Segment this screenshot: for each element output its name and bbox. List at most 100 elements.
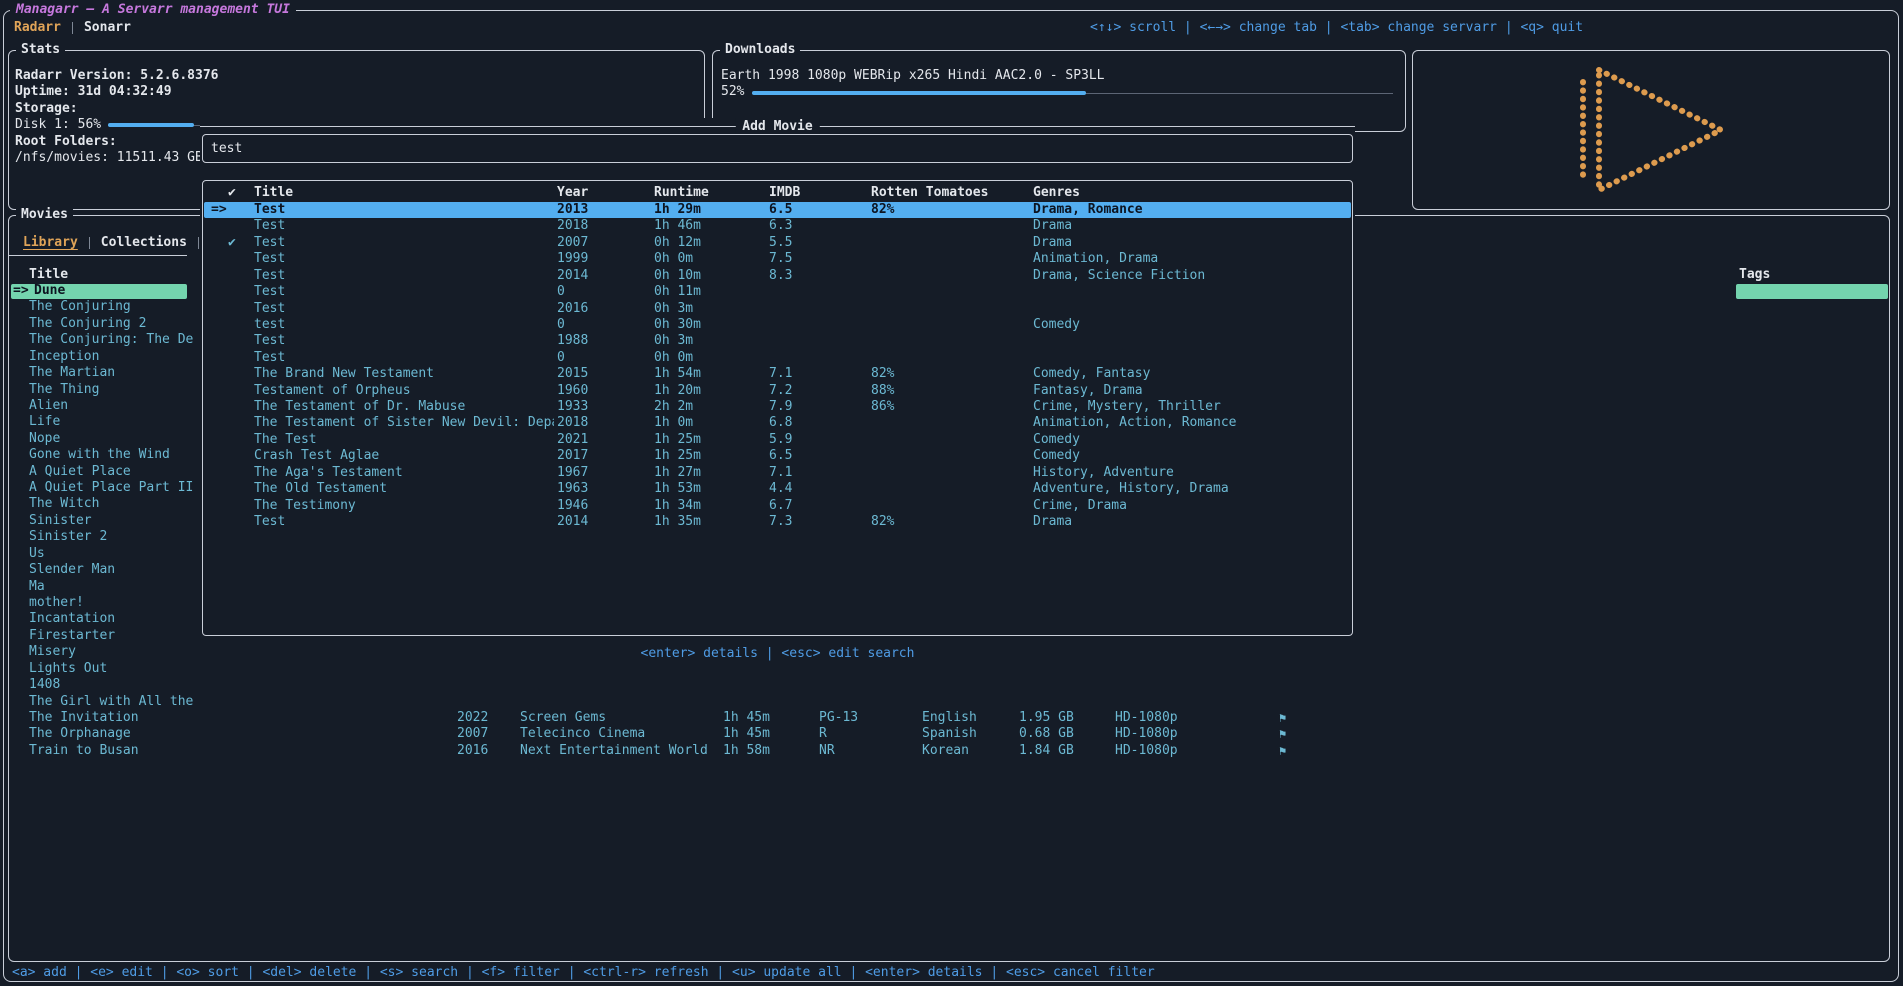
result-runtime: 2h 2m xyxy=(654,399,693,415)
movie-size: 1.84 GB xyxy=(1019,743,1074,759)
library-movie-row[interactable]: The Invitation2022Screen Gems1h 45mPG-13… xyxy=(9,710,1889,726)
result-title: Test xyxy=(254,218,285,234)
download-progress-row: 52% xyxy=(721,84,1397,100)
search-result-row[interactable]: The Old Testament19631h 53m4.4Adventure,… xyxy=(204,481,1351,497)
search-result-row[interactable]: Test20160h 3m xyxy=(204,301,1351,317)
add-movie-title: Add Movie xyxy=(735,118,819,135)
tab-radarr[interactable]: Radarr xyxy=(5,20,70,35)
movies-panel-title: Movies xyxy=(16,207,73,223)
movie-studio: Telecinco Cinema xyxy=(520,726,645,742)
search-result-row[interactable]: Test20141h 35m7.382%Drama xyxy=(204,514,1351,530)
disk-gauge-fill xyxy=(108,123,194,127)
search-result-row[interactable]: The Test20211h 25m5.9Comedy xyxy=(204,432,1351,448)
column-header-genres: Genres xyxy=(1033,184,1080,201)
result-year: 2015 xyxy=(557,366,588,382)
search-result-row[interactable]: Test20140h 10m8.3Drama, Science Fiction xyxy=(204,268,1351,284)
stat-uptime: Uptime: 31d 04:32:49 xyxy=(15,84,698,100)
stat-version: Radarr Version: 5.2.6.8376 xyxy=(15,68,698,84)
movie-language: Spanish xyxy=(922,726,977,742)
result-genres: Comedy xyxy=(1033,432,1080,448)
result-year: 1963 xyxy=(557,481,588,497)
app-window: Managarr — A Servarr management TUI Rada… xyxy=(0,0,1903,986)
result-genres: Comedy, Fantasy xyxy=(1033,366,1150,382)
search-result-row[interactable]: Test19990h 0m7.5Animation, Drama xyxy=(204,251,1351,267)
search-result-row[interactable]: Test00h 11m xyxy=(204,284,1351,300)
result-title: Test xyxy=(254,202,285,218)
result-imdb: 5.5 xyxy=(769,235,792,251)
result-imdb: 6.5 xyxy=(769,448,792,464)
result-runtime: 0h 3m xyxy=(654,333,693,349)
result-title: Test xyxy=(254,350,285,366)
movie-certification: PG-13 xyxy=(819,710,858,726)
result-runtime: 1h 53m xyxy=(654,481,701,497)
movie-runtime: 1h 45m xyxy=(723,726,770,742)
result-runtime: 1h 20m xyxy=(654,383,701,399)
column-header-tags: Tags xyxy=(1739,267,1770,283)
column-header-result-title: Title xyxy=(254,184,293,201)
result-genres: Crime, Drama xyxy=(1033,498,1127,514)
movie-language: Korean xyxy=(922,743,969,759)
result-year: 2016 xyxy=(557,301,588,317)
search-result-row[interactable]: Crash Test Aglae20171h 25m6.5Comedy xyxy=(204,448,1351,464)
download-gauge-fill xyxy=(752,91,1085,95)
column-header-imdb: IMDB xyxy=(769,184,800,201)
movie-title: The Girl with All the xyxy=(29,694,193,710)
movie-title: A Quiet Place Part II xyxy=(29,480,193,496)
result-year: 2014 xyxy=(557,268,588,284)
search-result-row[interactable]: ✔Test20070h 12m5.5Drama xyxy=(204,235,1351,251)
result-imdb: 6.5 xyxy=(769,202,792,218)
tab-library[interactable]: Library xyxy=(14,235,87,250)
library-movie-row[interactable]: Train to Busan2016Next Entertainment Wor… xyxy=(9,743,1889,759)
search-result-row[interactable]: The Brand New Testament20151h 54m7.182%C… xyxy=(204,366,1351,382)
result-imdb: 7.1 xyxy=(769,366,792,382)
search-result-row[interactable]: The Testament of Dr. Mabuse19332h 2m7.98… xyxy=(204,399,1351,415)
result-rotten-tomatoes: 82% xyxy=(871,202,894,218)
search-result-row[interactable]: Test00h 0m xyxy=(204,350,1351,366)
search-result-row[interactable]: The Aga's Testament19671h 27m7.1History,… xyxy=(204,465,1351,481)
tab-collections[interactable]: Collections xyxy=(92,235,196,250)
result-runtime: 1h 35m xyxy=(654,514,701,530)
library-movie-row[interactable]: The Girl with All the xyxy=(9,694,1889,710)
library-movie-row[interactable]: The Orphanage2007Telecinco Cinema1h 45mR… xyxy=(9,726,1889,742)
downloads-panel-title: Downloads xyxy=(720,42,800,58)
result-genres: Adventure, History, Drama xyxy=(1033,481,1229,497)
search-result-row[interactable]: =>Test20131h 29m6.582%Drama, Romance xyxy=(204,202,1351,218)
result-title: The Brand New Testament xyxy=(254,366,434,382)
search-result-row[interactable]: test00h 30mComedy xyxy=(204,317,1351,333)
result-runtime: 0h 12m xyxy=(654,235,701,251)
global-keybinds: <↑↓> scroll | <←→> change tab | <tab> ch… xyxy=(1090,19,1583,36)
library-movie-row[interactable]: 1408 xyxy=(9,677,1889,693)
download-lines: Earth 1998 1080p WEBRip x265 Hindi AAC2.… xyxy=(721,68,1397,101)
result-imdb: 5.9 xyxy=(769,432,792,448)
add-movie-search-input[interactable]: test xyxy=(202,134,1353,163)
search-result-row[interactable]: Test19880h 3m xyxy=(204,333,1351,349)
search-results-table: ✔ Title Year Runtime IMDB Rotten Tomatoe… xyxy=(202,180,1353,636)
search-result-row[interactable]: Testament of Orpheus19601h 20m7.288%Fant… xyxy=(204,383,1351,399)
monitored-flag-icon: ⚑ xyxy=(1279,710,1286,726)
download-gauge-track xyxy=(752,86,1393,100)
search-result-row[interactable]: Test20181h 46m6.3Drama xyxy=(204,218,1351,234)
movie-studio: Next Entertainment World xyxy=(520,743,708,759)
result-rotten-tomatoes: 82% xyxy=(871,366,894,382)
result-imdb: 6.8 xyxy=(769,415,792,431)
movie-title: The Martian xyxy=(29,365,115,381)
movies-tab-bar: Library Collections xyxy=(14,234,201,251)
result-runtime: 1h 27m xyxy=(654,465,701,481)
movie-quality: HD-1080p xyxy=(1115,726,1178,742)
search-result-row[interactable]: The Testimony19461h 34m6.7Crime, Drama xyxy=(204,498,1351,514)
movie-certification: NR xyxy=(819,743,835,759)
result-year: 2021 xyxy=(557,432,588,448)
movie-title: Dune xyxy=(34,283,65,299)
movie-title: Gone with the Wind xyxy=(29,447,170,463)
result-year: 1946 xyxy=(557,498,588,514)
movie-title: The Conjuring 2 xyxy=(29,316,146,332)
app-title: Managarr — A Servarr management TUI xyxy=(10,1,296,18)
tab-sonarr[interactable]: Sonarr xyxy=(75,20,140,35)
added-check-icon: ✔ xyxy=(228,235,236,251)
result-runtime: 0h 10m xyxy=(654,268,701,284)
result-title: The Old Testament xyxy=(254,481,387,497)
result-runtime: 1h 34m xyxy=(654,498,701,514)
movie-title: mother! xyxy=(29,595,84,611)
result-genres: Crime, Mystery, Thriller xyxy=(1033,399,1221,415)
search-result-row[interactable]: The Testament of Sister New Devil: Depar… xyxy=(204,415,1351,431)
